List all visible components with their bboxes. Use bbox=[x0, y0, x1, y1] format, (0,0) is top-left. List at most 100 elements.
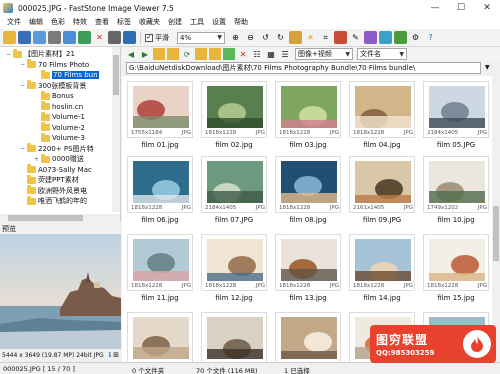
open-folder-icon[interactable] bbox=[3, 31, 16, 44]
color-icon[interactable] bbox=[364, 31, 377, 44]
slideshow-icon[interactable] bbox=[78, 31, 91, 44]
tree-vertical-scrollbar[interactable] bbox=[112, 47, 120, 212]
thumbnail-card[interactable]: 1818x1228 JPG bbox=[201, 81, 267, 138]
image-icon[interactable] bbox=[33, 31, 46, 44]
delete-file-icon[interactable]: ✕ bbox=[237, 48, 249, 60]
save-icon[interactable] bbox=[18, 31, 31, 44]
tree-expander-icon[interactable]: − bbox=[20, 82, 26, 89]
tree-item[interactable]: Bonus bbox=[34, 90, 74, 101]
refresh-icon[interactable]: ⟳ bbox=[181, 48, 193, 60]
scrollbar-thumb[interactable] bbox=[113, 55, 119, 95]
maximize-button[interactable]: ☐ bbox=[448, 0, 474, 16]
chevron-down-icon[interactable]: ▼ bbox=[485, 64, 490, 71]
menu-settings[interactable]: 设置 bbox=[208, 16, 230, 29]
forward-icon[interactable]: ▶ bbox=[139, 48, 151, 60]
thumbnail-card[interactable]: 1818x1228 JPG bbox=[349, 234, 415, 291]
thumbnail-card[interactable]: 1818x1228 JPG bbox=[275, 234, 341, 291]
menu-help[interactable]: 帮助 bbox=[230, 16, 252, 29]
menu-edit[interactable]: 编辑 bbox=[25, 16, 47, 29]
select-all-icon[interactable]: ☷ bbox=[251, 48, 263, 60]
tree-expander-icon[interactable]: − bbox=[20, 145, 26, 152]
up-folder-icon[interactable] bbox=[153, 48, 165, 60]
thumbnail-card[interactable]: 2184x1405 JPG bbox=[423, 81, 489, 138]
rotate-left-icon[interactable]: ↺ bbox=[259, 31, 272, 44]
tree-item[interactable]: +0000赠送 bbox=[34, 153, 84, 164]
tree-item[interactable]: 欧洲野外风景电 bbox=[20, 185, 87, 196]
resize-icon[interactable] bbox=[334, 31, 347, 44]
tree-item[interactable]: Volume-2 bbox=[34, 122, 85, 133]
tree-item[interactable]: 唯洒飞鹤的年的 bbox=[20, 195, 87, 206]
tree-expander-icon[interactable]: + bbox=[34, 156, 40, 163]
tree-item[interactable]: Volume-1 bbox=[34, 111, 85, 122]
tree-item[interactable]: − 2200+ PS图片特 bbox=[20, 143, 94, 154]
filter-select[interactable]: 图像+视频 ▼ bbox=[295, 48, 353, 60]
crop-icon[interactable]: ⌗ bbox=[319, 31, 332, 44]
thumbnail-card[interactable]: 2184x1405 JPG bbox=[201, 156, 267, 213]
rotate-right-icon[interactable]: ↻ bbox=[274, 31, 287, 44]
menu-tags[interactable]: 标签 bbox=[113, 16, 135, 29]
new-folder-icon[interactable] bbox=[167, 48, 179, 60]
move-to-icon[interactable] bbox=[209, 48, 221, 60]
menu-effects[interactable]: 特效 bbox=[69, 16, 91, 29]
thumbnail-card[interactable]: 1818x1228 JPG bbox=[423, 234, 489, 291]
thumbnail-card[interactable]: 2161x1405 JPG bbox=[349, 156, 415, 213]
thumbnail-card[interactable]: 1818x1228 JPG bbox=[349, 81, 415, 138]
thumbnail-card[interactable]: 1818x1228 JPG bbox=[275, 81, 341, 138]
thumbnail-card[interactable]: 1818x1228 JPG bbox=[127, 156, 193, 213]
menu-file[interactable]: 文件 bbox=[3, 16, 25, 29]
zoom-select[interactable]: 4% ▼ bbox=[177, 31, 225, 44]
zoom-out-icon[interactable]: ⊖ bbox=[244, 31, 257, 44]
tree-item[interactable]: − 300张模板背景 bbox=[20, 80, 86, 91]
thumbnail-card[interactable]: 1755x1184 JPG bbox=[127, 81, 193, 138]
thumbnail-card[interactable]: 1749x1202 JPG bbox=[423, 156, 489, 213]
email-icon[interactable] bbox=[63, 31, 76, 44]
folder-tree[interactable]: − 【图片素材】21 − 70 Films Photo 70 Films bun − 300… bbox=[0, 47, 121, 222]
settings-icon[interactable]: ⚙ bbox=[409, 31, 422, 44]
list-view-icon[interactable]: ☰ bbox=[279, 48, 291, 60]
tree-item[interactable]: − 70 Films Photo bbox=[20, 59, 89, 70]
checkbox-box[interactable]: ✓ bbox=[145, 33, 153, 42]
zoom-in-icon[interactable]: ⊕ bbox=[229, 31, 242, 44]
back-icon[interactable]: ◀ bbox=[125, 48, 137, 60]
tree-horizontal-scrollbar[interactable] bbox=[0, 214, 120, 222]
grid-vertical-scrollbar[interactable] bbox=[492, 76, 500, 362]
menu-favorites[interactable]: 收藏夹 bbox=[135, 16, 164, 29]
fullscreen-icon[interactable] bbox=[108, 31, 121, 44]
favorites-icon[interactable] bbox=[223, 48, 235, 60]
effects-icon[interactable] bbox=[379, 31, 392, 44]
thumbnail-card[interactable] bbox=[275, 312, 341, 362]
tree-item[interactable]: − 【图片素材】21 bbox=[6, 48, 75, 59]
tree-item[interactable]: 70 Films bun bbox=[34, 69, 99, 80]
help-icon[interactable]: ? bbox=[424, 31, 437, 44]
thumbnails-icon[interactable]: ▦ bbox=[265, 48, 277, 60]
path-input[interactable]: G:\BaiduNetdiskDownload\图片素材\70 Films Ph… bbox=[126, 61, 481, 74]
thumbnail-card[interactable]: 1818x1228 JPG bbox=[275, 156, 341, 213]
smooth-checkbox[interactable]: ✓ 平滑 bbox=[145, 33, 169, 43]
tree-item[interactable]: Volume-3 bbox=[34, 132, 85, 143]
menu-tools[interactable]: 工具 bbox=[186, 16, 208, 29]
scrollbar-thumb[interactable] bbox=[493, 206, 499, 261]
menu-create[interactable]: 创建 bbox=[164, 16, 186, 29]
thumbnail-card[interactable]: 1818x1228 JPG bbox=[201, 234, 267, 291]
copy-to-icon[interactable] bbox=[195, 48, 207, 60]
thumbnail-grid[interactable]: 1755x1184 JPG film 01.jpg 1818x1228 JPG film … bbox=[122, 76, 492, 362]
tree-item[interactable]: hoslin.cn bbox=[34, 101, 83, 112]
thumbnail-card[interactable] bbox=[201, 312, 267, 362]
tree-item[interactable]: A073-Sally Mac bbox=[20, 164, 92, 175]
info-icon[interactable]: ℹ bbox=[108, 351, 111, 359]
tree-item[interactable]: 荧建PPT素材 bbox=[20, 174, 79, 185]
edit-icon[interactable] bbox=[289, 31, 302, 44]
menu-colors[interactable]: 色彩 bbox=[47, 16, 69, 29]
tree-expander-icon[interactable]: − bbox=[20, 61, 26, 68]
minimize-button[interactable]: — bbox=[422, 0, 448, 16]
brightness-icon[interactable]: ☀ bbox=[304, 31, 317, 44]
compare-icon[interactable] bbox=[123, 31, 136, 44]
draw-icon[interactable]: ✎ bbox=[349, 31, 362, 44]
export-icon[interactable] bbox=[394, 31, 407, 44]
print-icon[interactable] bbox=[48, 31, 61, 44]
delete-icon[interactable]: ✕ bbox=[93, 31, 106, 44]
close-button[interactable]: ✕ bbox=[474, 0, 500, 16]
tree-expander-icon[interactable]: − bbox=[6, 51, 12, 58]
thumbnail-card[interactable] bbox=[127, 312, 193, 362]
zoom-icon[interactable]: ⊞ bbox=[113, 351, 119, 359]
